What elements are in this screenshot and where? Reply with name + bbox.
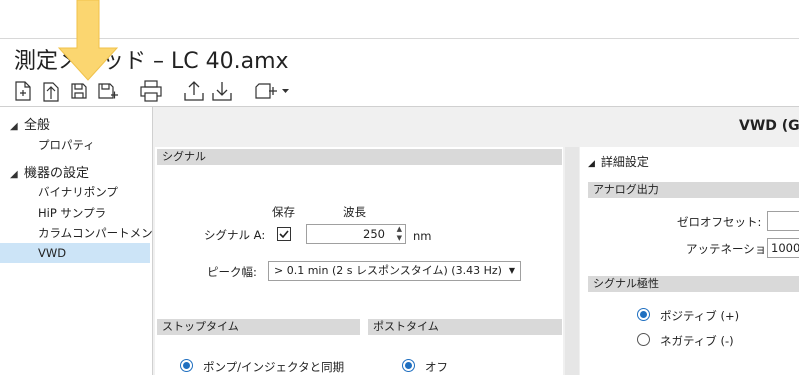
peak-width-value: > 0.1 min (2 s レスポンスタイム) (3.43 Hz) bbox=[274, 264, 502, 277]
polarity-positive-radio[interactable] bbox=[637, 308, 650, 321]
sidebar-item-hip-sampler[interactable]: HiP サンプラ bbox=[38, 205, 106, 221]
stoptime-sync-label: ポンプ/インジェクタと同期 bbox=[203, 360, 345, 374]
new-icon[interactable] bbox=[12, 78, 34, 104]
sidebar-item-binary-pump[interactable]: バイナリポンプ bbox=[38, 184, 118, 200]
section-analog-output: アナログ出力 bbox=[588, 182, 799, 198]
details-header[interactable]: ◢ 詳細設定 bbox=[588, 153, 649, 170]
tree-group-instrument[interactable]: ◢ 機器の設定 bbox=[10, 162, 89, 181]
zero-offset-label: ゼロオフセット: bbox=[677, 215, 762, 229]
posttime-off-label: オフ bbox=[425, 360, 448, 374]
check-icon bbox=[279, 230, 289, 239]
download-icon[interactable] bbox=[210, 78, 234, 104]
attenuation-input[interactable]: 1000 bbox=[767, 238, 799, 258]
wavelength-stepper[interactable]: 250 ▲ ▼ bbox=[306, 224, 406, 244]
wavelength-column-header: 波長 bbox=[343, 205, 366, 219]
section-stoptime: ストップタイム bbox=[157, 319, 360, 335]
peak-width-label: ピーク幅: bbox=[207, 265, 257, 279]
stoptime-sync-radio[interactable] bbox=[180, 359, 193, 372]
details-panel: ◢ 詳細設定 アナログ出力 ゼロオフセット: アッテネーション: 1000 シグナ… bbox=[580, 147, 799, 375]
zero-offset-input[interactable] bbox=[767, 211, 799, 231]
section-posttime: ポストタイム bbox=[368, 319, 562, 335]
sidebar-item-vwd[interactable]: VWD bbox=[38, 246, 66, 260]
signal-a-save-checkbox[interactable] bbox=[277, 227, 291, 241]
chevron-down-icon: ▼ bbox=[508, 266, 515, 275]
sidebar-item-column-compartment[interactable]: カラムコンパートメント bbox=[38, 225, 164, 241]
polarity-positive-label: ポジティブ (+) bbox=[660, 309, 740, 323]
signal-panel: シグナル 保存 波長 シグナル A: 250 ▲ ▼ nm ピーク幅: > 0.1… bbox=[155, 147, 563, 375]
sidebar-tree: ◢ 全般 プロパティ ◢ 機器の設定 バイナリポンプ HiP サンプラ カラムコンパ… bbox=[0, 107, 164, 375]
wavelength-unit: nm bbox=[413, 229, 432, 243]
print-icon[interactable] bbox=[138, 78, 164, 104]
spin-arrows-icon[interactable]: ▲ ▼ bbox=[397, 225, 402, 243]
section-signal: シグナル bbox=[157, 149, 562, 165]
wavelength-value: 250 bbox=[363, 227, 385, 241]
polarity-negative-radio[interactable] bbox=[637, 333, 650, 346]
window-title: 測定メソッド – LC 40.amx bbox=[14, 49, 289, 74]
posttime-off-radio[interactable] bbox=[402, 359, 415, 372]
polarity-negative-label: ネガティブ (-) bbox=[660, 334, 734, 348]
sidebar-selection-highlight bbox=[0, 243, 150, 263]
collapse-triangle-icon[interactable]: ◢ bbox=[10, 121, 24, 132]
window-top-border bbox=[0, 38, 799, 39]
tree-group-general[interactable]: ◢ 全般 bbox=[10, 114, 50, 133]
module-header: VWD (G bbox=[739, 118, 799, 134]
details-title: 詳細設定 bbox=[600, 155, 649, 169]
highlight-arrow-icon bbox=[57, 0, 119, 81]
section-signal-polarity: シグナル極性 bbox=[588, 276, 799, 292]
vertical-scrollbar[interactable] bbox=[565, 147, 579, 375]
save-column-header: 保存 bbox=[272, 205, 295, 219]
collapse-triangle-icon: ◢ bbox=[588, 159, 595, 169]
tree-group-label: 全般 bbox=[24, 118, 51, 133]
add-dropdown-icon[interactable] bbox=[254, 78, 292, 104]
collapse-triangle-icon[interactable]: ◢ bbox=[10, 169, 24, 180]
upload-icon[interactable] bbox=[182, 78, 206, 104]
peak-width-select[interactable]: > 0.1 min (2 s レスポンスタイム) (3.43 Hz) ▼ bbox=[268, 261, 521, 281]
sidebar-item-properties[interactable]: プロパティ bbox=[38, 137, 95, 153]
tree-group-label: 機器の設定 bbox=[24, 166, 90, 181]
signal-a-label: シグナル A: bbox=[204, 228, 266, 242]
